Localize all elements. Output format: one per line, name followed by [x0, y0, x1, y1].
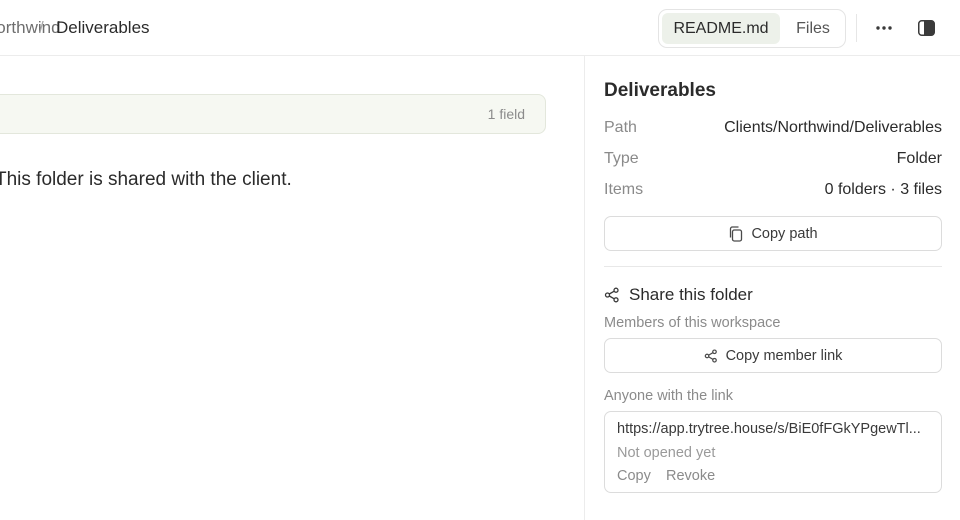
meta-value: Clients/Northwind/Deliverables: [724, 119, 942, 136]
meta-row-type: Type Folder: [604, 150, 942, 172]
link-status: Not opened yet: [617, 445, 716, 461]
meta-row-items: Items 0 folders · 3 files: [604, 181, 942, 203]
view-toggle: README.md Files: [658, 9, 846, 48]
meta-label: Items: [604, 181, 644, 198]
members-label: Members of this workspace: [604, 315, 781, 331]
sidebar-title: Deliverables: [604, 80, 716, 101]
top-bar: Northwind / Deliverables README.md Files: [0, 0, 960, 56]
public-link-card: https://app.trytree.house/s/BiE0fFGkYPge…: [604, 411, 942, 493]
sidebar-toggle-icon: [918, 20, 935, 36]
revoke-link-button[interactable]: Revoke: [666, 468, 715, 484]
share-icon: [704, 348, 717, 363]
copy-link-button[interactable]: Copy: [617, 468, 651, 484]
field-count: 1 field: [487, 106, 525, 122]
meta-value: Folder: [896, 150, 942, 167]
properties-bar[interactable]: 1 field: [0, 94, 546, 134]
toolbar-divider: [856, 14, 857, 42]
toggle-sidebar-button[interactable]: [918, 20, 935, 36]
anyone-label: Anyone with the link: [604, 388, 733, 404]
meta-row-path: Path Clients/Northwind/Deliverables: [604, 119, 942, 141]
share-title: Share this folder: [629, 285, 753, 304]
meta-label: Type: [604, 150, 639, 167]
more-options-button[interactable]: [872, 18, 896, 38]
share-icon: [604, 287, 619, 303]
share-section-header: Share this folder: [604, 284, 753, 306]
readme-body-text: This folder is shared with the client.: [0, 169, 292, 190]
breadcrumb-current: Deliverables: [56, 18, 150, 37]
details-sidebar: Deliverables Path Clients/Northwind/Deli…: [584, 56, 960, 520]
copy-member-link-label: Copy member link: [725, 347, 843, 364]
breadcrumb-parent[interactable]: Northwind: [0, 18, 61, 38]
readme-tab[interactable]: README.md: [662, 13, 780, 44]
copy-member-link-button[interactable]: Copy member link: [604, 338, 942, 373]
public-link-url[interactable]: https://app.trytree.house/s/BiE0fFGkYPge…: [617, 421, 931, 437]
section-divider: [604, 266, 942, 267]
copy-icon: [730, 225, 743, 242]
copy-path-label: Copy path: [751, 225, 818, 242]
meta-value: 0 folders · 3 files: [824, 181, 942, 198]
ellipsis-icon: [876, 26, 892, 30]
copy-path-button[interactable]: Copy path: [604, 216, 942, 251]
files-tab[interactable]: Files: [783, 13, 843, 44]
meta-label: Path: [604, 119, 637, 136]
breadcrumb-separator: /: [39, 18, 44, 37]
